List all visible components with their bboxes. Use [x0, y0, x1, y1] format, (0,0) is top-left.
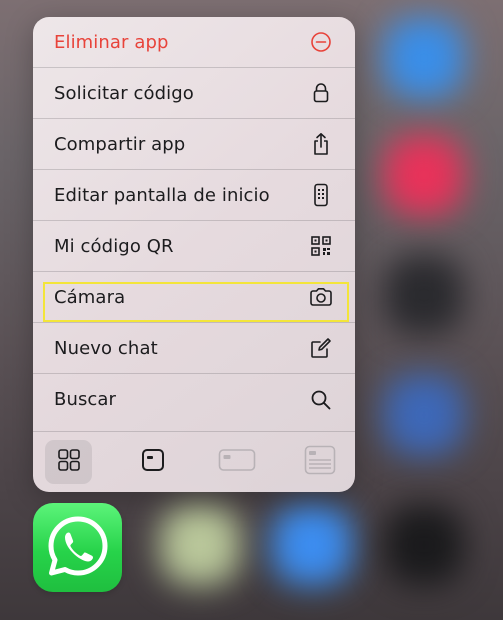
menu-item-label: Editar pantalla de inicio	[54, 184, 270, 206]
blurred-app-icon	[384, 135, 464, 215]
widget-medium-icon	[218, 448, 256, 476]
menu-item-buscar[interactable]: Buscar	[33, 374, 355, 425]
menu-item-label: Buscar	[54, 389, 117, 410]
menu-item-label: Solicitar código	[54, 82, 194, 104]
widget-large-icon	[304, 445, 336, 479]
phone-edit-icon	[309, 183, 333, 207]
blurred-app-icon	[272, 505, 352, 585]
menu-item-label: Compartir app	[54, 133, 186, 155]
compose-icon	[309, 336, 333, 360]
widget-size-option-small[interactable]	[129, 440, 176, 484]
share-icon	[309, 132, 333, 156]
menu-item-label: Cámara	[54, 286, 126, 308]
menu-item-label: Eliminar app	[54, 31, 169, 53]
widget-size-option-medium[interactable]	[209, 440, 265, 484]
menu-item-label: Nuevo chat	[54, 337, 158, 359]
widget-size-option-icon[interactable]	[45, 440, 92, 484]
search-icon	[309, 388, 333, 412]
camera-icon	[309, 285, 333, 309]
grid-small-icon	[57, 448, 81, 476]
context-menu: Eliminar app Solicitar código Compartir …	[33, 17, 355, 492]
menu-item-editar-pantalla[interactable]: Editar pantalla de inicio	[33, 170, 355, 221]
widget-small-icon	[141, 448, 165, 476]
menu-item-mi-codigo-qr[interactable]: Mi código QR	[33, 221, 355, 272]
qr-code-icon	[309, 234, 333, 258]
widget-size-option-large[interactable]	[295, 440, 344, 484]
menu-item-eliminar-app[interactable]: Eliminar app	[33, 17, 355, 68]
blurred-app-icon	[384, 505, 464, 585]
whatsapp-icon	[45, 513, 111, 583]
widget-size-picker	[33, 431, 355, 492]
lock-icon	[309, 81, 333, 105]
menu-item-solicitar-codigo[interactable]: Solicitar código	[33, 68, 355, 119]
minus-circle-icon	[309, 30, 333, 54]
blurred-app-icon	[384, 255, 464, 335]
menu-item-camara[interactable]: Cámara	[33, 272, 355, 323]
menu-item-nuevo-chat[interactable]: Nuevo chat	[33, 323, 355, 374]
blurred-app-icon	[384, 375, 464, 455]
blurred-app-icon	[160, 505, 240, 585]
blurred-app-icon	[384, 18, 464, 98]
menu-item-compartir-app[interactable]: Compartir app	[33, 119, 355, 170]
whatsapp-app-icon[interactable]	[33, 503, 122, 592]
menu-item-label: Mi código QR	[54, 235, 174, 257]
